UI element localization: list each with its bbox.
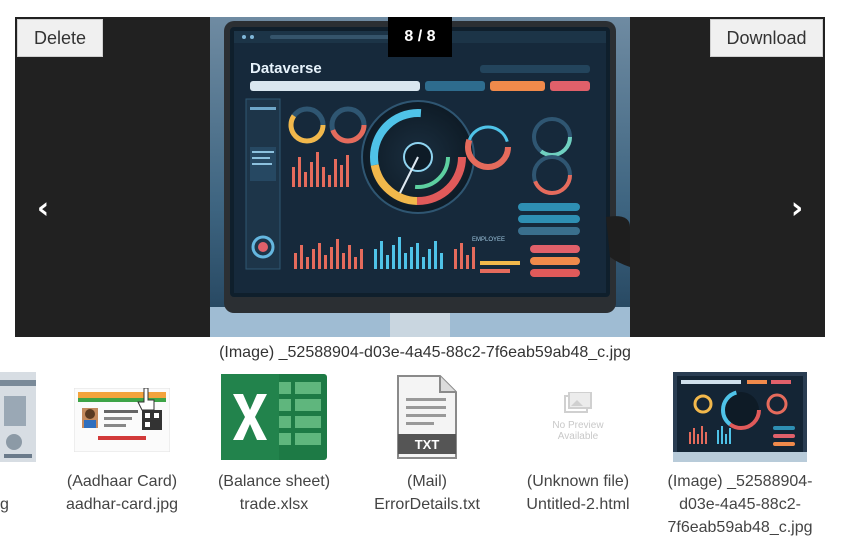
thumbnail-partial-name: g xyxy=(0,496,9,513)
thumbnail-balance-sheet[interactable]: (Balance sheet) trade.xlsx xyxy=(199,366,349,538)
image-counter: 8 / 8 xyxy=(388,17,452,57)
thumbnail-image-current[interactable]: (Image) _52588904- d03e-4a45-88c2- 7f6ea… xyxy=(665,366,815,538)
chevron-right-icon[interactable]: › xyxy=(785,191,809,226)
main-preview-image: Dataverse EMPLOYEE xyxy=(210,17,630,337)
thumbnail-aadhaar-card[interactable]: (Aadhaar Card) aadhar-card.jpg xyxy=(47,366,197,538)
image-placeholder-icon xyxy=(564,392,592,413)
no-preview-text: No Preview Available xyxy=(552,420,604,442)
thumbnail-excel-label: (Balance sheet) trade.xlsx xyxy=(199,470,349,516)
thumbnail-aadhaar-label: (Aadhaar Card) aadhar-card.jpg xyxy=(47,470,197,516)
thumbnail-type: (Balance sheet) xyxy=(217,473,331,490)
dashboard-brand: Dataverse xyxy=(250,60,322,77)
thumbnail-strip: g (Aadhaar Card) aadhar-card.jpg (Balanc… xyxy=(0,366,850,538)
thumbnail-mail[interactable]: TXT (Mail) ErrorDetails.txt xyxy=(352,366,502,538)
thumbnail-filename: ErrorDetails.txt xyxy=(374,496,480,513)
chevron-left-icon[interactable]: ‹ xyxy=(31,191,55,226)
thumbnail-type: (Unknown file) xyxy=(526,473,630,490)
aadhaar-card-image xyxy=(73,372,171,457)
download-button[interactable]: Download xyxy=(710,19,823,57)
thumbnail-unknown-label: (Unknown file) Untitled-2.html xyxy=(503,470,653,516)
thumbnail-filename: trade.xlsx xyxy=(239,496,309,513)
thumbnail-type: (Image) _52588904- xyxy=(667,473,813,490)
delete-button[interactable]: Delete xyxy=(17,19,103,57)
txt-badge: TXT xyxy=(415,437,440,452)
image-viewer: Dataverse EMPLOYEE 8 / 8 Delete Download… xyxy=(15,17,825,337)
thumbnail-mail-label: (Mail) ErrorDetails.txt xyxy=(352,470,502,516)
txt-file-icon: TXT xyxy=(392,372,462,467)
excel-file-icon xyxy=(219,372,329,467)
thumbnail-filename-line2: d03e-4a45-88c2- xyxy=(679,496,801,513)
partial-thumbnail-image xyxy=(0,372,36,462)
thumbnail-filename: Untitled-2.html xyxy=(526,496,630,513)
dashboard-thumbnail-image xyxy=(673,372,807,467)
thumbnail-unknown-file[interactable]: No Preview Available (Unknown file) Unti… xyxy=(503,366,653,538)
no-preview-placeholder: No Preview Available xyxy=(533,372,623,462)
thumbnail-filename: aadhar-card.jpg xyxy=(65,496,179,513)
thumbnail-filename-line3: 7f6eab59ab48_c.jpg xyxy=(667,519,813,536)
thumbnail-type: (Aadhaar Card) xyxy=(66,473,178,490)
dashboard-sub-label: EMPLOYEE xyxy=(472,237,505,243)
image-caption: (Image) _52588904-d03e-4a45-88c2-7f6eab5… xyxy=(219,344,631,361)
thumbnail-type: (Mail) xyxy=(407,473,447,490)
thumbnail-image-label: (Image) _52588904- d03e-4a45-88c2- 7f6ea… xyxy=(665,470,815,538)
